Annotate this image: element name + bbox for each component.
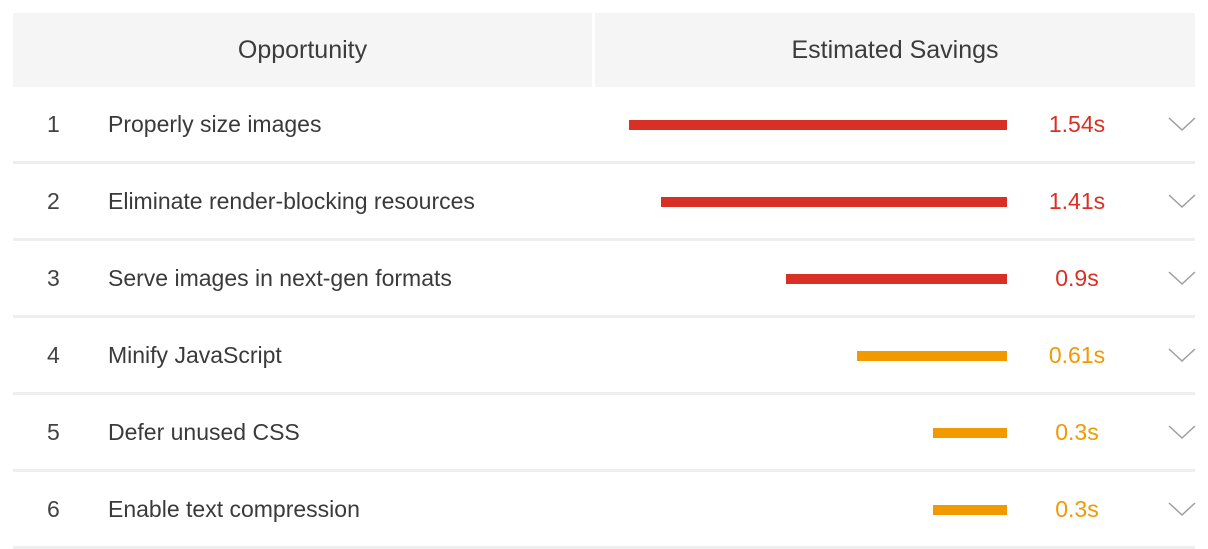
opportunities-table: Opportunity Estimated Savings 1 Properly …	[0, 0, 1208, 549]
chevron-down-icon[interactable]	[1167, 423, 1197, 441]
savings-bar	[857, 351, 1007, 361]
savings-bar	[933, 428, 1007, 438]
savings-value: 0.61s	[1048, 342, 1106, 368]
savings-value: 1.54s	[1048, 111, 1106, 137]
opportunity-title: Defer unused CSS	[108, 419, 300, 445]
opportunity-title: Properly size images	[108, 111, 322, 137]
savings-value: 0.9s	[1055, 265, 1099, 291]
chevron-down-icon[interactable]	[1167, 500, 1197, 518]
chevron-down-icon[interactable]	[1167, 115, 1197, 133]
row-index: 3	[47, 265, 60, 291]
row-index: 4	[47, 342, 60, 368]
table-header: Opportunity Estimated Savings	[13, 13, 1195, 87]
row-index: 6	[47, 496, 60, 522]
savings-bar	[661, 197, 1007, 207]
opportunity-row[interactable]: 3 Serve images in next-gen formats 0.9s	[13, 241, 1197, 318]
savings-bar	[629, 120, 1007, 130]
opportunity-row[interactable]: 2 Eliminate render-blocking resources 1.41…	[13, 164, 1197, 241]
savings-bar	[933, 505, 1007, 515]
chevron-down-icon[interactable]	[1167, 269, 1197, 287]
opportunity-title: Enable text compression	[108, 496, 360, 522]
row-index: 1	[47, 111, 60, 137]
opportunity-row[interactable]: 6 Enable text compression 0.3s	[13, 472, 1197, 549]
opportunity-title: Serve images in next-gen formats	[108, 265, 452, 291]
estimated-savings-column-header: Estimated Savings	[595, 13, 1195, 87]
chevron-down-icon[interactable]	[1167, 192, 1197, 210]
savings-value: 0.3s	[1055, 419, 1099, 445]
opportunity-row[interactable]: 4 Minify JavaScript 0.61s	[13, 318, 1197, 395]
opportunity-title: Eliminate render-blocking resources	[108, 188, 475, 214]
opportunity-column-header: Opportunity	[13, 13, 592, 87]
opportunity-row[interactable]: 5 Defer unused CSS 0.3s	[13, 395, 1197, 472]
opportunity-title: Minify JavaScript	[108, 342, 282, 368]
savings-value: 0.3s	[1055, 496, 1099, 522]
row-index: 5	[47, 419, 60, 445]
opportunity-list: 1 Properly size images 1.54s 2 Eliminate ren…	[13, 87, 1197, 549]
opportunity-row[interactable]: 1 Properly size images 1.54s	[13, 87, 1197, 164]
savings-bar	[786, 274, 1007, 284]
savings-value: 1.41s	[1048, 188, 1106, 214]
row-index: 2	[47, 188, 60, 214]
chevron-down-icon[interactable]	[1167, 346, 1197, 364]
